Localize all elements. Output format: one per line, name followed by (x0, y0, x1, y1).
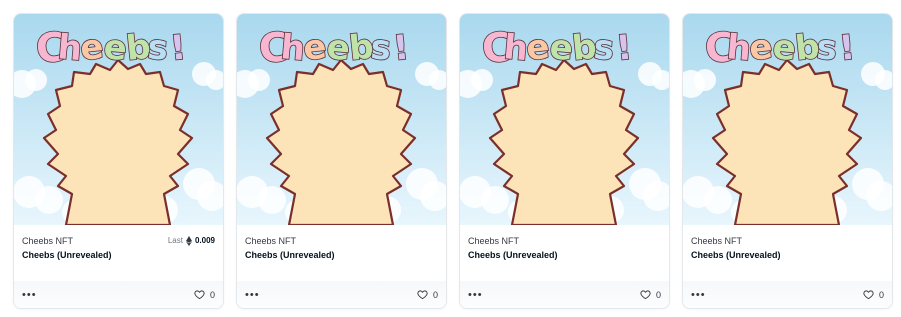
favorite-button[interactable]: 0 (640, 289, 661, 300)
collection-name[interactable]: Cheebs NFT (245, 235, 438, 247)
cloud (704, 186, 732, 214)
favorite-count: 0 (432, 289, 438, 300)
item-name[interactable]: Cheebs (Unrevealed) (468, 249, 661, 261)
card-footer: ••• 0 (237, 281, 446, 308)
cloud (481, 186, 509, 214)
favorite-button[interactable]: 0 (194, 289, 215, 300)
last-sale-label: Last (167, 236, 183, 245)
item-name[interactable]: Cheebs (Unrevealed) (691, 249, 884, 261)
nft-card[interactable]: Ch e e b s! Cheebs NFT Cheebs (Unrevealed) •… (682, 13, 893, 309)
heart-icon (417, 290, 428, 300)
ethereum-icon (185, 236, 192, 246)
last-sale: Last 0.009 (168, 235, 215, 247)
logo-letter: e (78, 27, 105, 69)
favorite-button[interactable]: 0 (417, 289, 438, 300)
cloud (258, 186, 286, 214)
collection-name[interactable]: Cheebs NFT (691, 235, 884, 247)
favorite-count: 0 (209, 289, 215, 300)
more-options-icon[interactable]: ••• (245, 289, 260, 300)
item-name[interactable]: Cheebs (Unrevealed) (245, 249, 438, 261)
nft-grid: Ch e e b s! Cheebs NFT Cheebs (Unrevealed) L… (0, 0, 901, 317)
logo-letter: s (369, 27, 393, 69)
more-options-icon[interactable]: ••• (691, 289, 706, 300)
logo-letter: s (815, 27, 839, 69)
heart-icon (194, 290, 205, 300)
last-sale-price: 0.009 (194, 236, 215, 245)
card-footer: ••• 0 (683, 281, 892, 308)
nft-image[interactable]: Cheebs! (683, 14, 892, 225)
heart-icon (863, 290, 874, 300)
collection-name[interactable]: Cheebs NFT (468, 235, 661, 247)
nft-card[interactable]: Ch e e b s! Cheebs NFT Cheebs (Unrevealed) •… (459, 13, 670, 309)
nft-image[interactable]: Cheebs! (460, 14, 669, 225)
logo-letter: e (747, 27, 774, 69)
nft-image[interactable]: Cheebs! (14, 14, 223, 225)
item-name[interactable]: Cheebs (Unrevealed) (22, 249, 215, 261)
favorite-count: 0 (655, 289, 661, 300)
logo-letter: s (146, 27, 170, 69)
card-footer: ••• 0 (14, 281, 223, 308)
heart-icon (640, 290, 651, 300)
nft-card[interactable]: Ch e e b s! Cheebs NFT Cheebs (Unrevealed) •… (236, 13, 447, 309)
logo-letter: e (524, 27, 551, 69)
logo-letter: e (301, 27, 328, 69)
nft-image[interactable]: Cheebs! (237, 14, 446, 225)
cloud (35, 186, 63, 214)
favorite-button[interactable]: 0 (863, 289, 884, 300)
more-options-icon[interactable]: ••• (22, 289, 37, 300)
logo-letter: s (592, 27, 616, 69)
nft-card[interactable]: Ch e e b s! Cheebs NFT Cheebs (Unrevealed) L… (13, 13, 224, 309)
more-options-icon[interactable]: ••• (468, 289, 483, 300)
card-footer: ••• 0 (460, 281, 669, 308)
favorite-count: 0 (878, 289, 884, 300)
